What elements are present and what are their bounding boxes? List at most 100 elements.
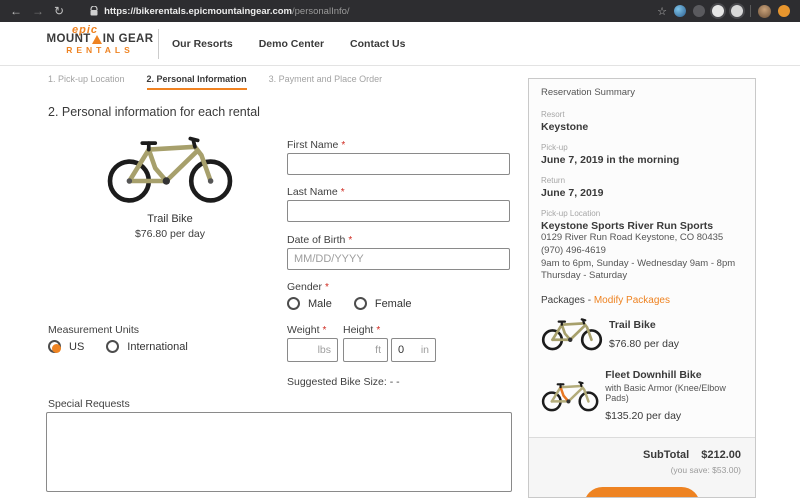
us-radio[interactable]: [48, 340, 61, 353]
back-icon[interactable]: ←: [10, 0, 22, 22]
checkout-steps: 1. Pick-up Location 2. Personal Informat…: [48, 74, 382, 90]
main-nav: Our Resorts Demo Center Contact Us: [172, 22, 405, 66]
rental-bike-card: Trail Bike $76.80 per day: [95, 133, 245, 240]
trail-bike-thumbnail: [541, 315, 603, 353]
extension-icon-2[interactable]: [693, 5, 705, 17]
nav-contact-us[interactable]: Contact Us: [350, 38, 405, 50]
required-asterisk: *: [376, 325, 380, 336]
pickup-field: Pick-up June 7, 2019 in the morning: [541, 143, 743, 166]
address-bar[interactable]: https://bikerentals.epicmountaingear.com…: [90, 6, 350, 17]
height-label: Height*: [343, 324, 380, 336]
special-requests-label: Special Requests: [48, 398, 130, 410]
extension-icon-3[interactable]: [712, 5, 724, 17]
trail-bike-image: [102, 133, 238, 205]
height-in-value-input[interactable]: [398, 344, 421, 356]
required-asterisk: *: [341, 140, 345, 151]
weight-label: Weight*: [287, 324, 326, 336]
bookmark-star-icon[interactable]: ☆: [657, 5, 667, 18]
return-label: Return: [541, 176, 743, 185]
url-path: /personalInfo/: [292, 6, 350, 17]
last-name-input[interactable]: [287, 200, 510, 222]
female-label: Female: [375, 298, 412, 310]
package-item-fleet-downhill: Fleet Downhill Bike with Basic Armor (Kn…: [541, 360, 743, 429]
special-requests-textarea[interactable]: [46, 412, 512, 492]
height-ft-input[interactable]: ft: [343, 338, 388, 362]
required-asterisk: *: [323, 325, 327, 336]
package-price: $135.20 per day: [605, 410, 743, 422]
forward-icon[interactable]: →: [32, 0, 44, 22]
bike-name: Trail Bike: [95, 213, 245, 225]
required-asterisk: *: [325, 282, 329, 293]
reservation-summary: Reservation Summary Resort Keystone Pick…: [528, 78, 756, 498]
pickup-location-hours: 9am to 6pm, Sunday - Wednesday 9am - 8pm…: [541, 258, 743, 284]
fleet-downhill-bike-thumbnail: [541, 377, 599, 415]
resort-field: Resort Keystone: [541, 110, 743, 133]
return-field: Return June 7, 2019: [541, 176, 743, 199]
account-icon[interactable]: [778, 5, 790, 17]
nav-our-resorts[interactable]: Our Resorts: [172, 38, 233, 50]
step-pickup-location[interactable]: 1. Pick-up Location: [48, 74, 125, 90]
suggested-bike-size: Suggested Bike Size: - -: [287, 376, 400, 388]
return-value: June 7, 2019: [541, 187, 743, 199]
modify-packages-link[interactable]: Modify Packages: [594, 295, 670, 306]
pickup-location-phone: (970) 496-4619: [541, 245, 743, 258]
pickup-location-label: Pick-up Location: [541, 209, 743, 218]
weight-value-input[interactable]: [294, 344, 318, 356]
checkout-button[interactable]: Checkout: [584, 487, 700, 498]
package-item-trail-bike: Trail Bike $76.80 per day: [541, 306, 743, 360]
package-name: Fleet Downhill Bike: [605, 369, 743, 381]
step-personal-information[interactable]: 2. Personal Information: [147, 74, 247, 90]
male-label: Male: [308, 298, 332, 310]
extension-icon-4[interactable]: [731, 5, 743, 17]
site-header: epic MOUNTIN GEAR RENTALS Our Resorts De…: [0, 22, 800, 66]
site-logo[interactable]: epic MOUNTIN GEAR RENTALS: [44, 24, 156, 55]
pickup-location-address: 0129 River Run Road Keystone, CO 80435: [541, 232, 743, 245]
lock-icon: [90, 6, 98, 16]
logo-rentals-text: RENTALS: [44, 45, 156, 55]
package-name: Trail Bike: [609, 319, 679, 331]
dob-input[interactable]: [287, 248, 510, 270]
height-ft-value-input[interactable]: [350, 344, 375, 356]
measurement-units-group: US International: [48, 340, 202, 353]
separator: [750, 5, 751, 17]
packages-header: Packages - Modify Packages: [541, 295, 743, 306]
last-name-label: Last Name*: [287, 186, 345, 198]
pickup-location-field: Pick-up Location Keystone Sports River R…: [541, 209, 743, 283]
packages-label: Packages -: [541, 295, 591, 306]
browser-bar: ← → ↻ https://bikerentals.epicmountainge…: [0, 0, 800, 22]
page-title: 2. Personal information for each rental: [48, 105, 260, 119]
extension-icon-1[interactable]: [674, 5, 686, 17]
height-in-unit: in: [421, 344, 429, 356]
savings-note: (you save: $53.00): [543, 465, 741, 475]
gender-label: Gender*: [287, 281, 329, 293]
resort-value: Keystone: [541, 121, 743, 133]
required-asterisk: *: [348, 235, 352, 246]
logo-name: MOUNTIN GEAR: [44, 33, 156, 45]
international-radio[interactable]: [106, 340, 119, 353]
pickup-label: Pick-up: [541, 143, 743, 152]
nav-demo-center[interactable]: Demo Center: [259, 38, 324, 50]
weight-input[interactable]: lbs: [287, 338, 338, 362]
gender-group: Male Female: [287, 297, 426, 310]
summary-title: Reservation Summary: [541, 87, 743, 98]
subtotal-row: SubTotal $212.00: [543, 449, 741, 461]
dob-label: Date of Birth*: [287, 234, 352, 246]
pickup-value: June 7, 2019 in the morning: [541, 154, 743, 166]
international-label: International: [127, 341, 188, 353]
package-subtitle: with Basic Armor (Knee/Elbow Pads): [605, 383, 743, 403]
step-payment[interactable]: 3. Payment and Place Order: [269, 74, 383, 90]
subtotal-label: SubTotal: [643, 449, 689, 461]
resort-label: Resort: [541, 110, 743, 119]
refresh-icon[interactable]: ↻: [54, 0, 64, 22]
male-radio[interactable]: [287, 297, 300, 310]
profile-avatar[interactable]: [758, 5, 771, 18]
mountain-icon: [92, 35, 102, 44]
subtotal-value: $212.00: [701, 449, 741, 461]
female-radio[interactable]: [354, 297, 367, 310]
bike-price: $76.80 per day: [95, 228, 245, 240]
required-asterisk: *: [341, 187, 345, 198]
first-name-input[interactable]: [287, 153, 510, 175]
summary-footer: SubTotal $212.00 (you save: $53.00) Check…: [529, 437, 755, 498]
measurement-units-label: Measurement Units: [48, 324, 139, 336]
height-in-input[interactable]: in: [391, 338, 436, 362]
